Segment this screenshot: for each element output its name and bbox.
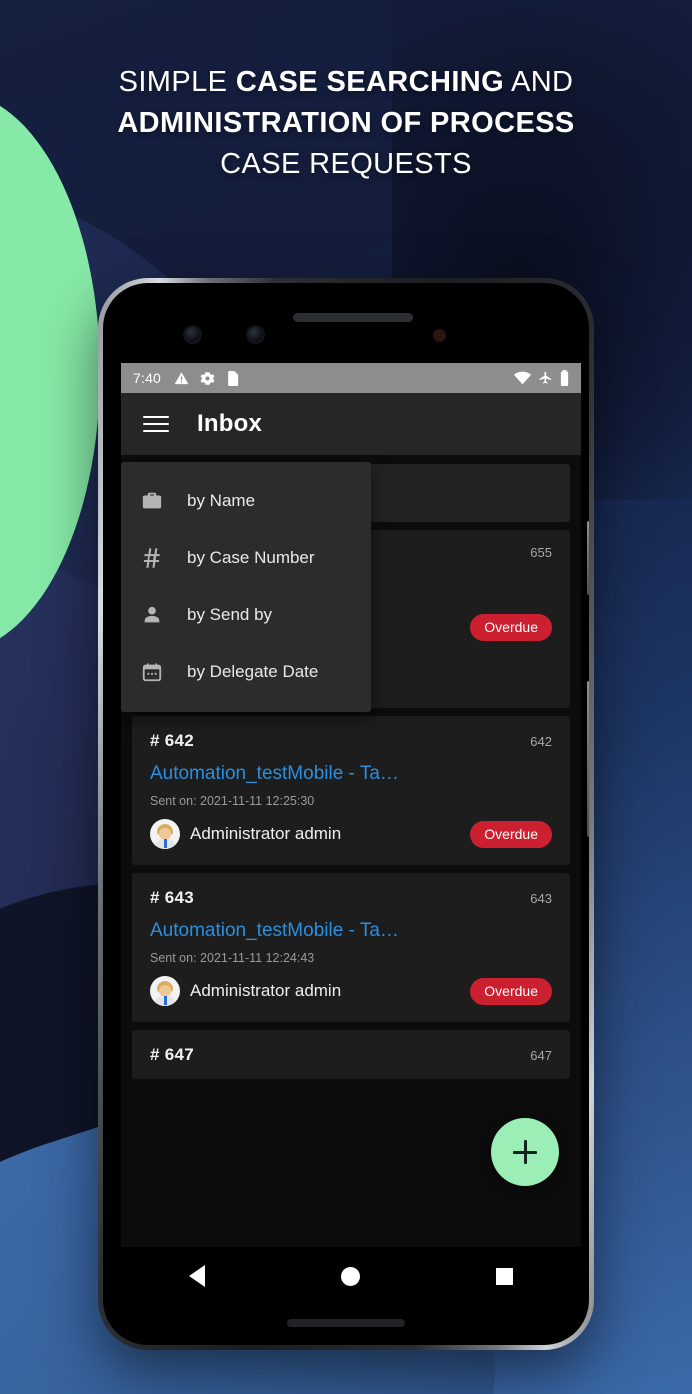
hamburger-line	[143, 430, 169, 432]
headline-line-1-post: AND	[504, 66, 574, 98]
headline-line-1: SIMPLE CASE SEARCHING AND	[0, 62, 692, 103]
case-card[interactable]: # 643 643 Automation_testMobile - Ta… Se…	[132, 873, 570, 1022]
power-button[interactable]	[587, 521, 589, 595]
case-card-header: # 642 642	[150, 731, 552, 751]
battery-icon	[560, 370, 569, 386]
menu-item-label: by Case Number	[187, 547, 315, 567]
status-bar: 7:40	[121, 363, 581, 393]
case-number: # 643	[150, 888, 195, 907]
person-icon	[137, 604, 167, 626]
earpiece-speaker	[293, 313, 413, 322]
case-card-footer: Administrator admin Overdue	[150, 976, 552, 1006]
page-title: Inbox	[197, 410, 262, 437]
status-bar-right-icons	[514, 370, 569, 386]
status-badge: Overdue	[470, 820, 552, 848]
wifi-icon	[514, 371, 531, 385]
case-id: 642	[530, 734, 552, 749]
status-bar-time: 7:40	[133, 370, 162, 386]
headline-line-1-pre: SIMPLE	[118, 66, 236, 98]
ir-sensor-icon	[433, 329, 446, 342]
airplane-mode-icon	[539, 371, 552, 383]
front-sensor-icon	[248, 327, 263, 342]
case-number: # 642	[150, 731, 195, 750]
headline-line-3: CASE REQUESTS	[220, 148, 472, 180]
calendar-icon	[137, 661, 167, 683]
headline-line-2: ADMINISTRATION OF PROCESS	[117, 107, 575, 139]
sort-dropdown-menu[interactable]: by Name by Case Number by Send by by Del…	[121, 462, 371, 712]
phone-screen: 7:40 Inbox 655 Overdue # 642 642 Automat…	[121, 363, 581, 1253]
headline-line-1-bold: CASE SEARCHING	[235, 66, 505, 98]
back-icon[interactable]	[189, 1265, 205, 1287]
avatar	[150, 976, 180, 1006]
sim-card-icon	[228, 370, 239, 386]
case-card[interactable]: # 642 642 Automation_testMobile - Ta… Se…	[132, 716, 570, 865]
headline: SIMPLE CASE SEARCHING AND ADMINISTRATION…	[0, 62, 692, 185]
menu-item-by-delegate-date[interactable]: by Delegate Date	[121, 643, 371, 700]
bottom-speaker-grille	[287, 1319, 405, 1327]
case-sent-date: Sent on: 2021-11-11 12:25:30	[150, 794, 315, 808]
status-bar-left-icons	[174, 370, 239, 386]
case-user-name: Administrator admin	[190, 981, 342, 1000]
hamburger-line	[143, 416, 169, 418]
avatar	[150, 819, 180, 849]
case-card-header: # 643 643	[150, 888, 552, 908]
status-badge: Overdue	[470, 614, 552, 641]
home-icon[interactable]	[341, 1266, 360, 1286]
case-id: 647	[530, 1048, 552, 1063]
add-button[interactable]	[491, 1118, 559, 1186]
briefcase-icon	[137, 490, 167, 512]
warning-icon	[174, 371, 189, 384]
case-sent-date: Sent on: 2021-11-11 12:24:43	[150, 951, 315, 965]
hamburger-line	[143, 423, 169, 425]
case-id: 655	[530, 545, 552, 560]
phone-body: 7:40 Inbox 655 Overdue # 642 642 Automat…	[103, 283, 589, 1345]
status-badge: Overdue	[470, 977, 552, 1005]
menu-item-by-name[interactable]: by Name	[121, 472, 371, 529]
menu-item-label: by Name	[187, 490, 256, 510]
app-bar: Inbox	[121, 393, 581, 455]
menu-item-label: by Delegate Date	[187, 661, 319, 681]
recents-icon[interactable]	[496, 1267, 513, 1285]
gear-icon	[200, 371, 215, 385]
case-card-footer: Administrator admin Overdue	[150, 819, 552, 849]
android-nav-bar	[121, 1247, 581, 1305]
menu-item-by-case-number[interactable]: by Case Number	[121, 529, 371, 586]
plus-icon	[523, 1140, 527, 1164]
case-title-link[interactable]: Automation_testMobile - Ta…	[150, 763, 552, 785]
case-user-name: Administrator admin	[190, 824, 342, 843]
phone-mockup: 7:40 Inbox 655 Overdue # 642 642 Automat…	[98, 278, 594, 1350]
front-camera-icon	[185, 327, 200, 342]
hamburger-menu-icon[interactable]	[143, 416, 169, 432]
case-number: # 647	[150, 1045, 195, 1064]
case-card-header: # 647 647	[150, 1045, 552, 1065]
hash-icon	[137, 546, 167, 569]
promo-screenshot: SIMPLE CASE SEARCHING AND ADMINISTRATION…	[0, 0, 692, 1394]
avatar-tie	[163, 996, 167, 1005]
case-title-link[interactable]: Automation_testMobile - Ta…	[150, 920, 552, 942]
volume-button[interactable]	[587, 681, 589, 837]
menu-item-by-send-by[interactable]: by Send by	[121, 586, 371, 643]
case-card[interactable]: # 647 647	[132, 1030, 570, 1079]
inbox-list: 655 Overdue # 642 642 Automation_testMob…	[121, 462, 581, 1253]
menu-item-label: by Send by	[187, 604, 273, 624]
avatar-tie	[163, 839, 167, 848]
case-id: 643	[530, 891, 552, 906]
